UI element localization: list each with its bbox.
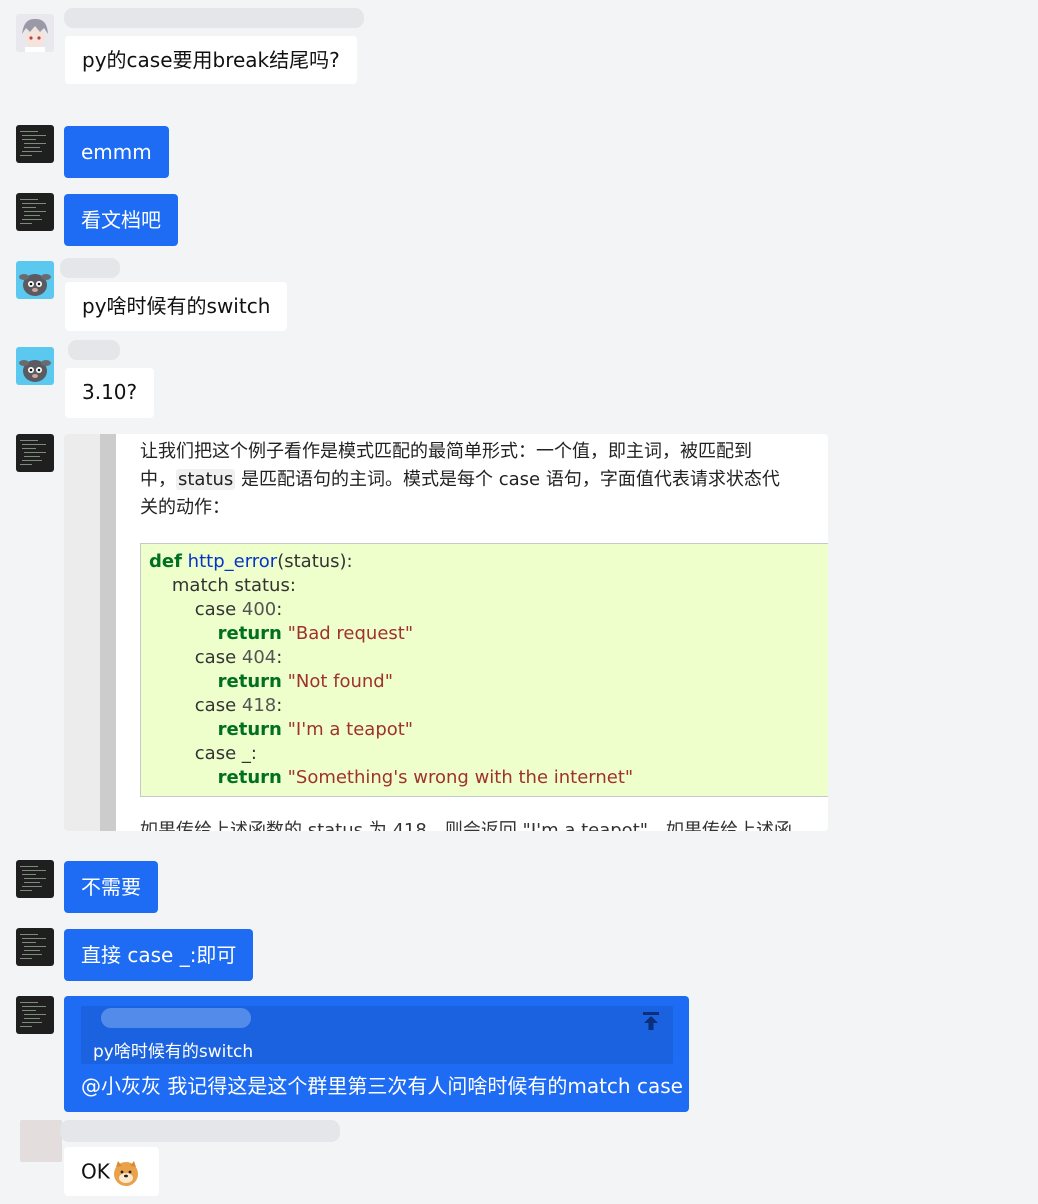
anime-avatar[interactable]	[16, 14, 54, 52]
code-avatar[interactable]	[16, 125, 54, 163]
doc-line: 中， status 是匹配语句的主词。模式是每个 case 语句，字面值代表请求状…	[140, 469, 780, 490]
message-bubble[interactable]: 不需要	[64, 861, 158, 913]
message-bubble[interactable]: OK	[64, 1147, 159, 1196]
reply-message-bubble[interactable]: py啥时候有的switch @小灰灰 我记得这是这个群里第三次有人问啥时候有的m…	[64, 996, 689, 1112]
code-avatar[interactable]	[16, 193, 54, 231]
blurred-avatar[interactable]	[20, 1120, 62, 1162]
image-message-doc-screenshot[interactable]: 让我们把这个例子看作是模式匹配的最简单形式：一个值，即主词，被匹配到 中， sta…	[64, 434, 828, 831]
code-line: def http_error(status):	[149, 551, 353, 572]
sheep-avatar[interactable]	[16, 347, 54, 385]
sender-name-blurred	[64, 8, 364, 28]
code-avatar[interactable]	[16, 860, 54, 898]
message-text: 直接 case _:即可	[81, 943, 237, 967]
jump-to-top-icon[interactable]	[641, 1010, 661, 1032]
doge-emoji-icon	[113, 1161, 138, 1186]
code-line: case 400:	[194, 599, 283, 620]
doc-paragraph: 让我们把这个例子看作是模式匹配的最简单形式：一个值，即主词，被匹配到 中， sta…	[140, 438, 828, 522]
code-line: return "Not found"	[217, 671, 394, 692]
code-line: case _:	[194, 743, 257, 764]
code-block: def http_error(status): match status: ca…	[140, 543, 828, 797]
quoted-message[interactable]: py啥时候有的switch	[81, 1006, 673, 1064]
quoted-text: py啥时候有的switch	[93, 1042, 254, 1062]
message-bubble[interactable]: 3.10?	[65, 368, 155, 418]
message-bubble[interactable]: 看文档吧	[64, 194, 178, 246]
code-line: return "Something's wrong with the inter…	[217, 767, 634, 788]
message-bubble[interactable]: py的case要用break结尾吗?	[65, 36, 357, 84]
code-line: match status:	[149, 575, 296, 596]
doc-line: 让我们把这个例子看作是模式匹配的最简单形式：一个值，即主词，被匹配到	[140, 441, 752, 462]
message-text: py啥时候有的switch	[82, 294, 271, 318]
message-bubble[interactable]: emmm	[64, 126, 169, 178]
message-bubble[interactable]: py啥时候有的switch	[65, 282, 288, 331]
message-text: py的case要用break结尾吗?	[82, 48, 340, 72]
sender-name-blurred	[60, 1120, 340, 1142]
message-text: 3.10?	[82, 380, 138, 404]
sender-name-blurred	[68, 340, 120, 360]
screenshot-margin	[64, 434, 100, 831]
sheep-avatar[interactable]	[16, 261, 54, 299]
sender-name-blurred	[60, 258, 120, 278]
screenshot-sidebar	[100, 434, 116, 831]
code-avatar[interactable]	[16, 434, 54, 472]
message-text: 看文档吧	[81, 208, 161, 232]
message-bubble[interactable]: 直接 case _:即可	[64, 929, 254, 981]
code-line: case 404:	[194, 647, 283, 668]
message-text: OK	[81, 1159, 110, 1184]
code-avatar[interactable]	[16, 928, 54, 966]
code-line: return "Bad request"	[217, 623, 414, 644]
quoted-sender-blurred	[101, 1008, 251, 1028]
doc-line: 关的动作：	[140, 497, 230, 518]
reply-text: @小灰灰 我记得这是这个群里第三次有人问啥时候有的match case	[81, 1074, 683, 1098]
code-avatar[interactable]	[16, 996, 54, 1034]
inline-code: status	[176, 469, 236, 490]
message-text: emmm	[81, 140, 152, 164]
code-line: case 418:	[194, 695, 283, 716]
doc-cut-line: 如果传给上述函数的 status 为 418，则会返回 "I'm a teapo…	[140, 820, 793, 831]
code-line: return "I'm a teapot"	[217, 719, 414, 740]
message-text: 不需要	[81, 875, 141, 899]
